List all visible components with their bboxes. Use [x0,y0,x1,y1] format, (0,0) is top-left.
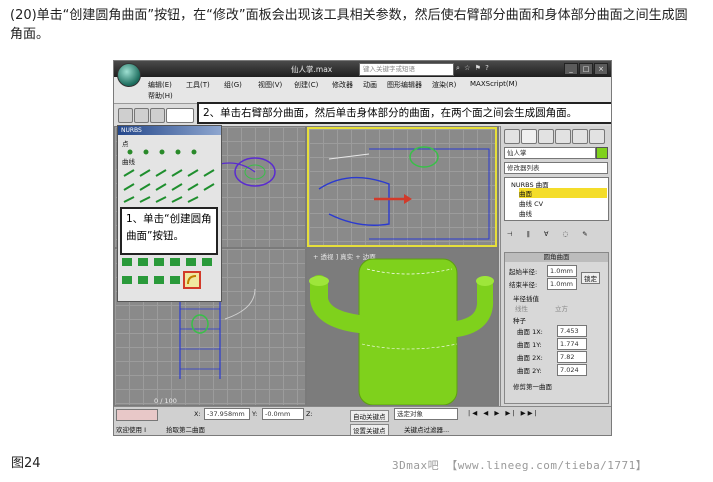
y-label: Y: [252,410,258,418]
viewport-front-wireframe [318,146,490,240]
set-key-button[interactable]: 设置关键点 [350,424,389,435]
status-bar: 0 / 100 X: -37.958mm Y: -0.0mm Z: 欢迎使用 I… [114,397,611,435]
menu-rendering[interactable]: 渲染(R) [432,80,456,90]
x-label: X: [194,410,201,418]
modifier-list-dropdown[interactable]: 修改器列表 [504,162,608,174]
stack-item-curve-cv[interactable]: 曲线 CV [519,198,543,208]
start-radius-label: 起始半径: [509,268,538,276]
nurbs-toolbox-title: NURBS [118,126,221,135]
minimize-button[interactable]: _ [564,63,578,75]
create-tab-icon[interactable] [504,129,520,144]
radius-interp-label: 半径插值 [513,295,539,303]
menu-graph-editors[interactable]: 图形编辑器 [387,80,422,90]
window-title: 仙人掌.max [291,65,333,74]
menu-group[interactable]: 组(G) [224,80,242,90]
title-bar: 仙人掌.max 键入关键字或短语 ⌕ ☆ ⚑ ? _ □ × [114,61,611,77]
stack-tools-icons[interactable]: ⊣ ‖ ∀ ◌ ✎ [507,230,594,238]
nurbs-surface-tools [122,258,212,289]
menu-bar: 编辑(E) 工具(T) 组(G) 视图(V) 创建(C) 修改器 动画 图形编辑… [114,77,611,104]
close-button[interactable]: × [594,63,608,75]
infocenter-icons[interactable]: ⌕ ☆ ⚑ ? [456,64,490,73]
x-coordinate[interactable]: -37.958mm [204,408,250,420]
tutorial-caption: (20)单击“创建圆角曲面”按钮，在“修改”面板会出现该工具相关参数，然后使右臂… [10,8,688,42]
menu-help[interactable]: 帮助(H) [148,91,173,101]
app-logo-icon[interactable] [117,63,141,87]
seed-input[interactable]: 1.774 [557,338,587,350]
end-radius-label: 结束半径: [509,281,538,289]
seed-input[interactable]: 7.453 [557,325,587,337]
command-panel: 仙人掌 修改器列表 NURBS 曲面 曲面 曲线 CV 曲线 ⊣ ‖ ∀ ◌ ✎… [500,126,611,406]
seed-label: 曲面 1X: [517,328,543,336]
figure-label: 图24 [11,456,41,471]
nurbs-section-curves: 曲线 [122,158,135,166]
undo-icon[interactable] [118,108,133,123]
stack-item-curve[interactable]: 曲线 [519,208,532,218]
maxscript-listener[interactable] [116,409,158,421]
welcome-text: 欢迎使用 I [116,426,146,434]
source-watermark: 3Dmax吧 【www.lineeg.com/tieba/1771】 [392,459,648,472]
object-color-swatch[interactable] [596,147,608,159]
callout-step-2: 2、单击右臂部分曲面，然后单击身体部分的曲面，在两个面之间会生成圆角面。 [197,102,611,124]
viewport-perspective[interactable]: + 透视 ] 真实 + 边面 [307,249,497,405]
utilities-tab-icon[interactable] [589,129,605,144]
seed-input[interactable]: 7.82 [557,351,587,363]
stack-item-surface[interactable]: 曲面 [519,188,607,198]
rollout-title[interactable]: 圆角曲面 [505,253,608,262]
seeds-label: 种子 [513,317,526,325]
fillet-surface-rollout: 圆角曲面 起始半径: 1.0mm 结束半径: 1.0mm 锁定 半径插值 线性 … [504,252,609,404]
interp-linear-radio[interactable]: 线性 [515,303,528,313]
y-coordinate[interactable]: -0.0mm [262,408,304,420]
menu-tools[interactable]: 工具(T) [186,80,210,90]
prompt-text: 拾取第二曲面 [166,426,205,434]
search-input[interactable]: 键入关键字或短语 [359,63,454,76]
object-name-field[interactable]: 仙人掌 [504,147,596,159]
menu-edit[interactable]: 编辑(E) [148,80,172,90]
auto-key-button[interactable]: 自动关键点 [350,410,389,422]
redo-icon[interactable] [134,108,149,123]
nurbs-point-curve-tools [123,149,215,203]
key-filters-button[interactable]: 关键点过滤器... [404,424,449,434]
display-tab-icon[interactable] [572,129,588,144]
window-controls: _ □ × [563,63,608,75]
menu-animation[interactable]: 动画 [363,80,377,90]
seed-label: 曲面 1Y: [517,341,542,349]
menu-views[interactable]: 视图(V) [258,80,282,90]
viewport-front[interactable] [307,127,497,247]
menu-create[interactable]: 创建(C) [294,80,318,90]
menu-modifiers[interactable]: 修改器 [332,80,353,90]
start-radius-input[interactable]: 1.0mm [547,265,577,277]
playback-controls[interactable]: |◀ ◀ ▶ ▶| ▶▶| [468,409,539,417]
seed-label: 曲面 2Y: [517,367,542,375]
z-label: Z: [306,410,313,418]
modify-tab-icon[interactable] [521,129,537,144]
seed-input[interactable]: 7.024 [557,364,587,376]
callout-step-1: 1、单击“创建圆角曲面”按钮。 [120,207,218,255]
modifier-stack: NURBS 曲面 曲面 曲线 CV 曲线 [504,177,609,221]
trim-first-surface-checkbox[interactable]: 修剪第一曲面 [513,381,552,391]
frame-counter: 0 / 100 [154,397,177,405]
cactus-render [309,258,494,405]
motion-tab-icon[interactable] [555,129,571,144]
hierarchy-tab-icon[interactable] [538,129,554,144]
selected-objects-dropdown[interactable]: 选定对象 [394,408,458,420]
end-radius-input[interactable]: 1.0mm [547,278,577,290]
selection-filter-dropdown[interactable] [166,108,194,123]
max-screenshot: 仙人掌.max 键入关键字或短语 ⌕ ☆ ⚑ ? _ □ × 编辑(E) 工具(T)… [113,60,612,436]
menu-maxscript[interactable]: MAXScript(M) [470,80,517,88]
seed-label: 曲面 2X: [517,354,543,362]
interp-cubic-radio[interactable]: 立方 [555,303,568,313]
lock-checkbox[interactable]: 锁定 [581,272,600,284]
maximize-button[interactable]: □ [579,63,593,75]
select-link-icon[interactable] [150,108,165,123]
